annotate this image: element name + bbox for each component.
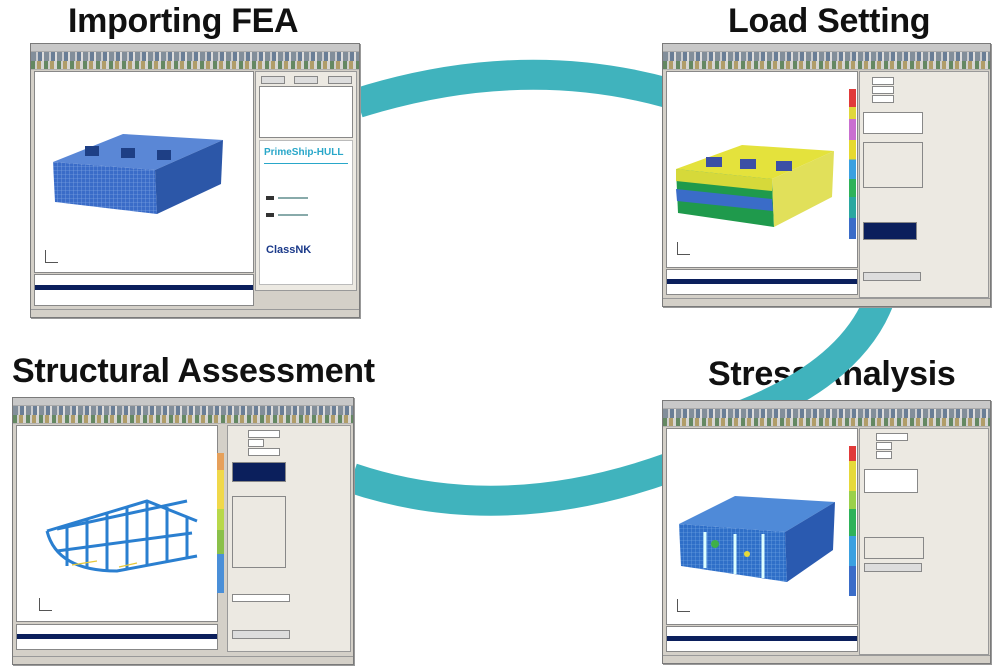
welcome-pane: PrimeShip-HULL ClassNK	[259, 140, 353, 285]
toolbar	[663, 409, 990, 418]
title-bar	[663, 44, 990, 52]
status-bar	[663, 655, 990, 663]
side-panel: PrimeShip-HULL ClassNK	[255, 71, 357, 291]
arc-stress-to-structural	[347, 453, 674, 516]
title-bar	[663, 401, 990, 409]
panel-button[interactable]	[294, 76, 318, 84]
message-log	[16, 624, 218, 650]
screenshot-structural-assessment	[12, 397, 354, 665]
model-tree-list[interactable]	[259, 86, 353, 138]
dropdown[interactable]	[876, 451, 892, 459]
axis-triad-icon	[677, 599, 690, 612]
contour-legend	[849, 89, 856, 239]
toolbar-secondary	[31, 61, 359, 70]
toolbar	[13, 406, 353, 415]
apply-button[interactable]	[232, 630, 290, 639]
brand-divider	[264, 163, 348, 164]
title-bar	[13, 398, 353, 406]
stress-item-list[interactable]	[864, 469, 918, 493]
toolbar	[663, 52, 990, 61]
title-bar	[31, 44, 359, 52]
toolbar-secondary	[13, 415, 353, 424]
side-panel	[859, 71, 989, 298]
load-case-list[interactable]	[863, 112, 923, 134]
stress-contour-model	[679, 496, 835, 582]
dropdown[interactable]	[876, 442, 892, 450]
toolbar-secondary	[663, 61, 990, 70]
toolbar-secondary	[663, 418, 990, 427]
assessment-legend	[217, 453, 224, 593]
side-panel	[227, 425, 351, 652]
option-group	[864, 537, 924, 559]
link-line[interactable]	[278, 197, 308, 199]
panel-button[interactable]	[328, 76, 352, 84]
link-line[interactable]	[278, 214, 308, 216]
status-bar	[13, 656, 353, 664]
dropdown[interactable]	[872, 86, 894, 94]
axis-triad-icon	[39, 598, 52, 611]
contour-legend	[849, 446, 856, 596]
model-viewport	[666, 71, 858, 268]
screenshot-stress-analysis	[662, 400, 991, 664]
option-group	[232, 496, 286, 568]
brand-logo: ClassNK	[266, 244, 312, 256]
structural-frame-model	[45, 499, 198, 573]
load-contour-model	[676, 145, 834, 227]
apply-button[interactable]	[863, 272, 921, 281]
axis-triad-icon	[45, 250, 58, 263]
model-viewport	[34, 71, 254, 273]
ship-icon	[266, 213, 274, 217]
brand-title: PrimeShip-HULL	[264, 147, 344, 158]
selected-case-list[interactable]	[863, 222, 917, 240]
dropdown[interactable]	[876, 433, 908, 441]
log-selection	[667, 636, 857, 641]
message-log	[666, 626, 858, 652]
message-log	[666, 269, 858, 295]
status-bar	[31, 309, 359, 317]
ship-icon	[266, 196, 274, 200]
dropdown[interactable]	[872, 77, 894, 85]
dropdown[interactable]	[248, 448, 280, 456]
dropdown[interactable]	[248, 430, 280, 438]
model-viewport	[16, 425, 218, 622]
arc-import-to-load	[353, 59, 673, 118]
toolbar	[31, 52, 359, 61]
message-log	[34, 274, 254, 306]
screenshot-load-setting	[662, 43, 991, 307]
selected-item-list[interactable]	[232, 462, 286, 482]
parameter-group	[863, 142, 923, 188]
fea-mesh-model	[53, 134, 223, 214]
dropdown[interactable]	[248, 439, 264, 447]
side-panel	[859, 428, 989, 655]
panel-button[interactable]	[261, 76, 285, 84]
log-selection	[667, 279, 857, 284]
axis-triad-icon	[677, 242, 690, 255]
status-bar	[663, 298, 990, 306]
log-selection	[35, 285, 253, 290]
model-viewport	[666, 428, 858, 625]
apply-button[interactable]	[864, 563, 922, 572]
log-selection	[17, 634, 217, 639]
dropdown[interactable]	[872, 95, 894, 103]
screenshot-importing-fea: PrimeShip-HULL ClassNK	[30, 43, 360, 318]
text-field[interactable]	[232, 594, 290, 602]
